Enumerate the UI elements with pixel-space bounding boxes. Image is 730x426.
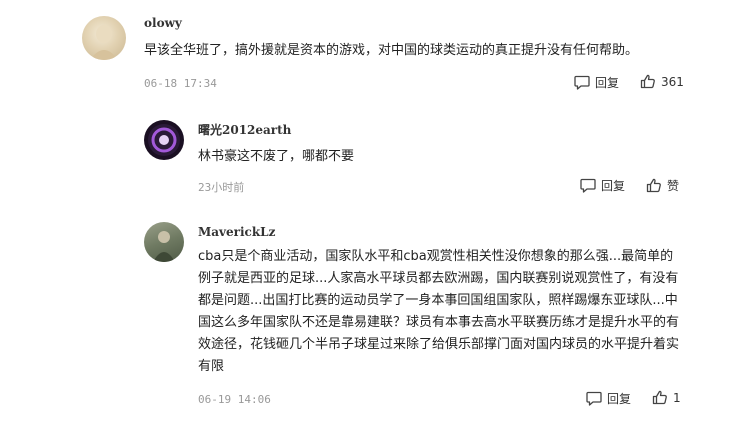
timestamp: 23小时前 bbox=[198, 181, 245, 194]
avatar[interactable] bbox=[144, 120, 184, 160]
like-count: 361 bbox=[661, 74, 684, 89]
reply-label: 回复 bbox=[595, 76, 620, 90]
username[interactable]: 曙光2012earth bbox=[198, 121, 291, 138]
like-count: 1 bbox=[673, 390, 681, 405]
reply-button[interactable]: 回复 bbox=[574, 74, 619, 91]
like-button[interactable]: 361 bbox=[640, 74, 684, 89]
comment-bubble-icon bbox=[586, 391, 607, 406]
avatar[interactable] bbox=[144, 222, 184, 262]
comment-bubble-icon bbox=[574, 75, 595, 90]
timestamp: 06-18 17:34 bbox=[144, 77, 217, 90]
reply-button[interactable]: 回复 bbox=[580, 177, 625, 194]
comment-text: 林书豪这不废了，哪都不要 bbox=[198, 149, 355, 164]
thumbs-up-icon bbox=[646, 178, 667, 193]
like-label: 赞 bbox=[667, 179, 680, 193]
reply-label: 回复 bbox=[601, 179, 626, 193]
avatar-image bbox=[148, 124, 180, 156]
avatar-image bbox=[90, 25, 118, 60]
comment-bubble-icon bbox=[580, 178, 601, 193]
comment-text: 早该全华班了，搞外援就是资本的游戏，对中国的球类运动的真正提升没有任何帮助。 bbox=[144, 43, 639, 58]
reply-button[interactable]: 回复 bbox=[586, 390, 631, 407]
avatar-image bbox=[153, 231, 175, 262]
like-button[interactable]: 赞 bbox=[646, 177, 679, 194]
timestamp: 06-19 14:06 bbox=[198, 393, 271, 406]
thumbs-up-icon bbox=[652, 390, 673, 405]
username[interactable]: MaverickLz bbox=[198, 225, 275, 239]
reply-label: 回复 bbox=[607, 392, 632, 406]
thumbs-up-icon bbox=[640, 74, 661, 89]
username[interactable]: olowy bbox=[144, 16, 182, 30]
like-button[interactable]: 1 bbox=[652, 390, 681, 405]
comment-text: cba只是个商业活动，国家队水平和cba观赏性相关性没你想象的那么强...最简单… bbox=[198, 249, 680, 374]
avatar[interactable] bbox=[82, 16, 126, 60]
